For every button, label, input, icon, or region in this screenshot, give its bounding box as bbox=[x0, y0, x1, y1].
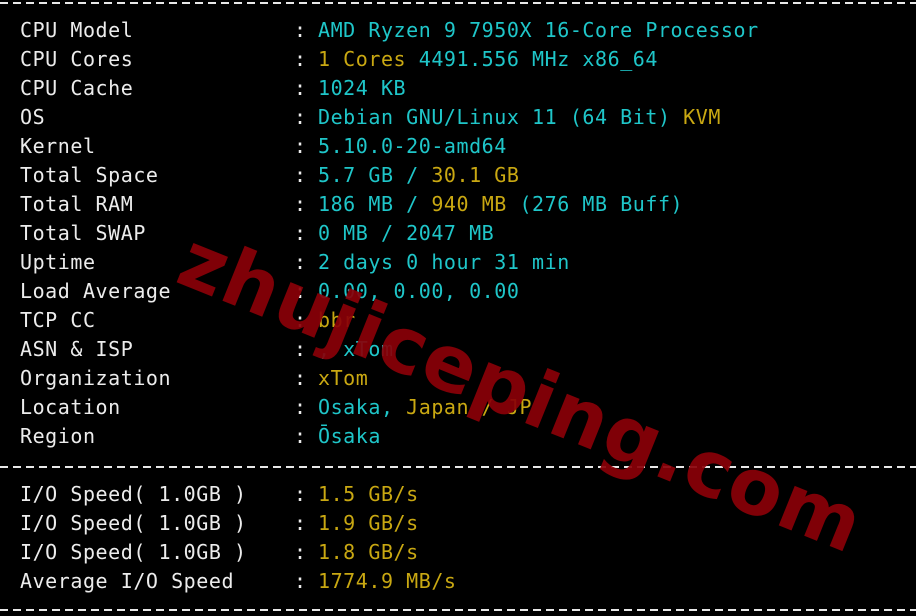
info-row: ASN & ISP: , xTom bbox=[20, 335, 394, 364]
colon-separator: : bbox=[294, 366, 307, 390]
info-value: 0.00, 0.00, 0.00 bbox=[318, 279, 520, 303]
info-label: Location bbox=[20, 395, 121, 419]
info-label: CPU Model bbox=[20, 18, 134, 42]
info-row: I/O Speed( 1.0GB ):1.5 GB/s bbox=[20, 480, 419, 509]
info-value: 1.9 GB/s bbox=[318, 511, 419, 535]
colon-separator: : bbox=[294, 76, 307, 100]
colon-separator: : bbox=[294, 134, 307, 158]
info-row: CPU Cache:1024 KB bbox=[20, 74, 406, 103]
info-label: Uptime bbox=[20, 250, 96, 274]
info-row: Total Space:5.7 GB / 30.1 GB bbox=[20, 161, 519, 190]
info-row: Load Average:0.00, 0.00, 0.00 bbox=[20, 277, 519, 306]
colon-separator: : bbox=[294, 308, 307, 332]
colon-separator: : bbox=[294, 482, 307, 506]
info-value: AMD Ryzen 9 7950X 16-Core Processor bbox=[318, 18, 759, 42]
info-value: 30.1 GB bbox=[431, 163, 520, 187]
info-row: Uptime:2 days 0 hour 31 min bbox=[20, 248, 570, 277]
info-label: Kernel bbox=[20, 134, 96, 158]
info-value: 5.7 GB / bbox=[318, 163, 432, 187]
colon-separator: : bbox=[294, 569, 307, 593]
info-label: OS bbox=[20, 105, 46, 129]
info-label: Total SWAP bbox=[20, 221, 146, 245]
colon-separator: : bbox=[294, 47, 307, 71]
info-row: Location: Osaka, Japan / JP bbox=[20, 393, 532, 422]
separator-line-top bbox=[0, 2, 916, 4]
info-value: 1.8 GB/s bbox=[318, 540, 419, 564]
info-label: I/O Speed( 1.0GB ) bbox=[20, 540, 247, 564]
info-label: CPU Cache bbox=[20, 76, 134, 100]
info-label: Region bbox=[20, 424, 96, 448]
info-value: , xTom bbox=[318, 337, 394, 361]
separator-line-middle bbox=[0, 466, 916, 468]
info-row: OS: Debian GNU/Linux 11 (64 Bit) KVM bbox=[20, 103, 721, 132]
colon-separator: : bbox=[294, 221, 307, 245]
info-row: Organization: xTom bbox=[20, 364, 368, 393]
info-label: Total Space bbox=[20, 163, 159, 187]
info-value: 0 MB / 2047 MB bbox=[318, 221, 495, 245]
info-value: 186 MB / bbox=[318, 192, 432, 216]
info-label: TCP CC bbox=[20, 308, 96, 332]
info-value: 1.5 GB/s bbox=[318, 482, 419, 506]
info-row: Kernel:5.10.0-20-amd64 bbox=[20, 132, 507, 161]
info-row: I/O Speed( 1.0GB ):1.8 GB/s bbox=[20, 538, 419, 567]
info-value: (276 MB Buff) bbox=[506, 192, 684, 216]
colon-separator: : bbox=[294, 395, 307, 419]
info-row: I/O Speed( 1.0GB ):1.9 GB/s bbox=[20, 509, 419, 538]
info-label: Organization bbox=[20, 366, 172, 390]
info-row: Average I/O Speed:1774.9 MB/s bbox=[20, 567, 457, 596]
colon-separator: : bbox=[294, 163, 307, 187]
info-value: Debian GNU/Linux 11 (64 Bit) bbox=[318, 105, 684, 129]
info-label: Load Average bbox=[20, 279, 172, 303]
colon-separator: : bbox=[294, 424, 307, 448]
colon-separator: : bbox=[294, 540, 307, 564]
info-value: Ōsaka bbox=[318, 424, 381, 448]
info-value: Japan / JP bbox=[406, 395, 533, 419]
colon-separator: : bbox=[294, 511, 307, 535]
info-label: ASN & ISP bbox=[20, 337, 134, 361]
info-value: 2 days 0 hour 31 min bbox=[318, 250, 570, 274]
info-value: xTom bbox=[318, 366, 369, 390]
info-label: Total RAM bbox=[20, 192, 134, 216]
info-row: CPU Cores:1 Cores 4491.556 MHz x86_64 bbox=[20, 45, 658, 74]
info-row: TCP CC: bbr bbox=[20, 306, 356, 335]
info-row: CPU Model: AMD Ryzen 9 7950X 16-Core Proc… bbox=[20, 16, 759, 45]
separator-line-bottom bbox=[0, 609, 916, 611]
info-row: Total RAM:186 MB / 940 MB (276 MB Buff) bbox=[20, 190, 683, 219]
info-value: 940 MB bbox=[431, 192, 507, 216]
info-value: 5.10.0-20-amd64 bbox=[318, 134, 507, 158]
info-label: CPU Cores bbox=[20, 47, 134, 71]
info-value: KVM bbox=[683, 105, 721, 129]
terminal-window: CPU Model: AMD Ryzen 9 7950X 16-Core Proc… bbox=[0, 0, 916, 616]
colon-separator: : bbox=[294, 337, 307, 361]
info-value: bbr bbox=[318, 308, 356, 332]
info-label: I/O Speed( 1.0GB ) bbox=[20, 482, 247, 506]
info-value: Osaka, bbox=[318, 395, 407, 419]
info-row: Region: Ōsaka bbox=[20, 422, 381, 451]
colon-separator: : bbox=[294, 105, 307, 129]
colon-separator: : bbox=[294, 250, 307, 274]
info-value: 4491.556 MHz x86_64 bbox=[406, 47, 658, 71]
info-label: Average I/O Speed bbox=[20, 569, 235, 593]
info-row: Total SWAP:0 MB / 2047 MB bbox=[20, 219, 494, 248]
colon-separator: : bbox=[294, 279, 307, 303]
colon-separator: : bbox=[294, 18, 307, 42]
info-value: 1024 KB bbox=[318, 76, 407, 100]
colon-separator: : bbox=[294, 192, 307, 216]
info-value: 1 Cores bbox=[318, 47, 407, 71]
info-label: I/O Speed( 1.0GB ) bbox=[20, 511, 247, 535]
info-value: 1774.9 MB/s bbox=[318, 569, 457, 593]
